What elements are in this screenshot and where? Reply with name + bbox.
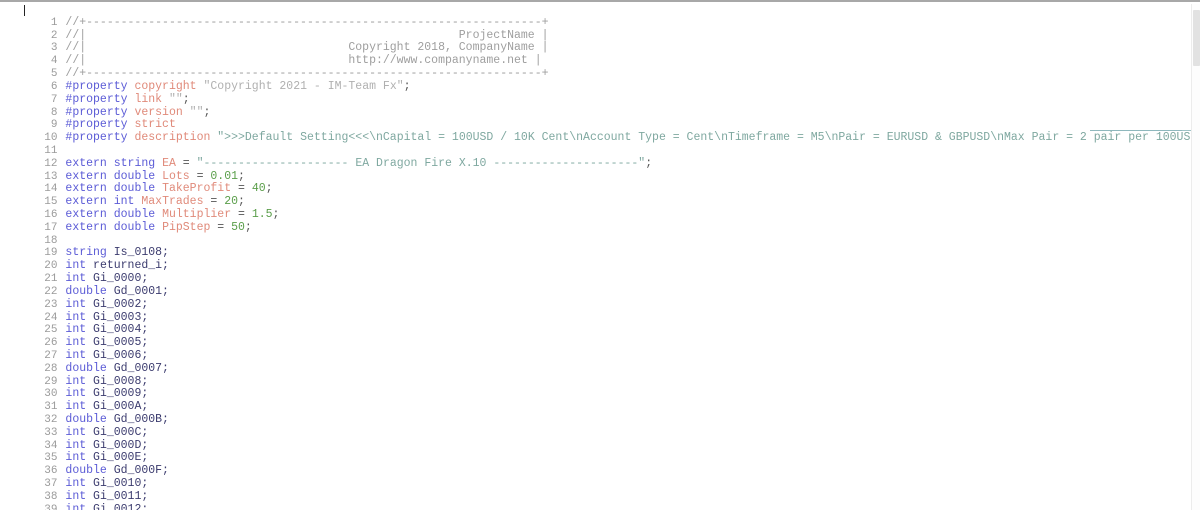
vertical-scrollbar[interactable] [1191,4,1200,510]
code-line[interactable]: 18 [0,222,1200,247]
vertical-scrollbar-thumb[interactable] [1193,10,1200,66]
code-line[interactable]: 30 int Gi_0009; [0,376,1200,400]
code-line[interactable]: 37 int Gi_0010; [0,465,1200,490]
code-line[interactable]: 9 #property strict [0,107,1200,131]
code-line[interactable]: 28 double Gd_0007; [0,350,1200,375]
code-line[interactable]: 1//+------------------------------------… [0,4,1200,29]
code-line[interactable]: 15 extern int MaxTrades = 20; [0,183,1200,208]
code-line[interactable]: 12 extern string EA = "------------------… [0,145,1200,170]
code-line[interactable]: 27 int Gi_0006; [0,337,1200,362]
code-line[interactable]: 20 int returned_i; [0,247,1200,272]
code-line[interactable]: 38 int Gi_0011; [0,478,1200,503]
code-line[interactable]: 34 int Gi_000D; [0,427,1200,452]
code-line[interactable]: 40double Gd_0013; [0,504,1200,510]
code-line[interactable]: 33 int Gi_000C; [0,414,1200,439]
code-line[interactable]: 2//| ProjectName | [0,17,1200,42]
code-line[interactable]: 26 int Gi_0005; [0,324,1200,349]
code-line[interactable]: 36 double Gd_000F; [0,452,1200,477]
code-line[interactable]: 16 extern double Multiplier = 1.5; [0,196,1200,221]
code-text-area[interactable]: 1//+------------------------------------… [0,4,1200,510]
code-line[interactable]: 6 #property copyright "Copyright 2021 - I… [0,68,1200,93]
code-line[interactable]: 17 extern double PipStep = 50; [0,209,1200,234]
code-line[interactable]: 32 double Gd_000B; [0,401,1200,426]
code-line[interactable]: 29 int Gi_0008; [0,363,1200,388]
code-line[interactable]: 25 int Gi_0004; [0,312,1200,336]
code-line[interactable]: 24 int Gi_0003; [0,299,1200,324]
code-line[interactable]: 22 double Gd_0001; [0,273,1200,298]
code-line[interactable]: 3//| Copyright 2018, CompanyName | [0,30,1200,55]
code-line[interactable]: 10 #property description ">>>Default Sett… [0,119,1200,144]
code-line[interactable]: 14 extern double TakeProfit = 40; [0,171,1200,195]
code-line[interactable]: 5//+------------------------------------… [0,55,1200,80]
code-line[interactable]: 21 int Gi_0000; [0,260,1200,285]
window-top-border [104,0,320,2]
code-line[interactable]: 19 string Is_0108; [0,235,1200,260]
code-line[interactable]: 8 #property version ""; [0,94,1200,119]
code-line[interactable]: 7 #property link ""; [0,81,1200,106]
code-line[interactable]: 11 [0,132,1200,157]
text-caret [24,5,25,16]
code-line[interactable]: 4//| http://www.companyname.net | [0,42,1200,67]
code-line[interactable]: 23 int Gi_0002; [0,286,1200,311]
code-editor-window: 1//+------------------------------------… [0,0,1200,510]
code-line[interactable]: 35 int Gi_000E; [0,440,1200,465]
code-line[interactable]: 13 extern double Lots = 0.01; [0,158,1200,183]
code-line[interactable]: 39 int Gi_0012; [0,491,1200,510]
code-line[interactable]: 31 int Gi_000A; [0,388,1200,413]
